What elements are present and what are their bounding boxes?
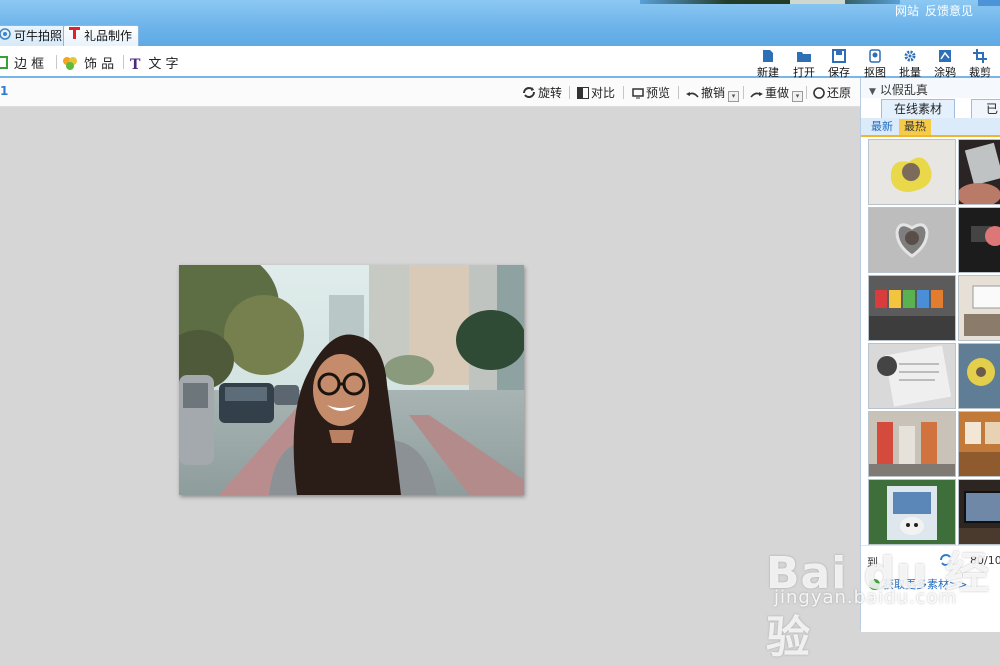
thumbnail-sign[interactable]: [958, 275, 1000, 341]
panel-header: ▼ 以假乱真: [861, 78, 1000, 98]
rotate-label: 旋转: [538, 86, 563, 100]
material-subtabs: 最新 最热: [861, 118, 1000, 137]
tab-label: 可牛拍照: [14, 29, 63, 43]
tab-downloaded[interactable]: 已: [971, 99, 1000, 118]
crop-button[interactable]: 裁剪: [965, 49, 995, 80]
preview-button[interactable]: 预览: [632, 84, 670, 101]
canvas-index[interactable]: 1: [0, 84, 8, 98]
edited-photo[interactable]: [179, 265, 524, 495]
compare-label: 对比: [591, 86, 616, 100]
redo-icon: [750, 92, 763, 98]
frame-label: 边 框: [14, 57, 45, 72]
get-more-materials-link[interactable]: 获取更多素材>>: [869, 576, 967, 592]
toolbar-divider: [678, 86, 679, 99]
undo-dropdown[interactable]: ▾: [728, 91, 740, 102]
preview-icon: [632, 88, 644, 99]
thumbnail-newspaper[interactable]: [868, 343, 956, 409]
batch-button[interactable]: 批量: [895, 49, 925, 80]
more-link-text: 获取更多素材>>: [883, 578, 968, 591]
redo-label: 重做: [765, 86, 790, 100]
decoration-button[interactable]: 饰 品: [62, 53, 114, 74]
thumbnail-phone[interactable]: [958, 139, 1000, 205]
camera-icon: [0, 26, 11, 47]
crop-icon: [973, 49, 987, 63]
frame-button[interactable]: 边 框: [0, 53, 44, 73]
frame-icon: [0, 56, 8, 73]
open-folder-icon: [797, 52, 811, 62]
thumbnail-billboards[interactable]: [868, 411, 956, 477]
title-bar: 可牛拍照 礼品制作: [0, 0, 1000, 47]
toolbar-divider: [56, 55, 57, 69]
panel-title[interactable]: ▼ 以假乱真: [869, 81, 928, 98]
compare-button[interactable]: 对比: [577, 84, 615, 101]
page-count: 80/105: [970, 554, 1000, 567]
globe-icon: [869, 579, 880, 590]
window-control[interactable]: [978, 0, 1000, 6]
toolbar-divider: [123, 55, 124, 69]
restore-label: 还原: [827, 86, 852, 100]
thumbnail-dark-camera[interactable]: [958, 207, 1000, 273]
thumbnail-colorful-houses[interactable]: [868, 275, 956, 341]
feedback-link[interactable]: 反馈意见: [925, 4, 973, 18]
restore-button[interactable]: 还原: [813, 84, 851, 101]
save-button[interactable]: 保存: [824, 49, 854, 80]
tab-camera[interactable]: 可牛拍照: [0, 25, 70, 47]
rotate-icon: [523, 87, 535, 98]
subtab-newest[interactable]: 最新: [866, 119, 898, 135]
cutout-icon: [869, 49, 881, 63]
new-button[interactable]: 新建: [753, 49, 783, 80]
material-panel: ▼ 以假乱真 在线素材 已 最新 最热 到 80/10 获取更多素材>>: [860, 78, 1000, 632]
collapse-arrow-icon: ▼: [869, 87, 876, 97]
pager-label: 到: [867, 556, 878, 569]
tab-label: 在线素材: [893, 102, 942, 116]
graffiti-icon: [939, 50, 951, 62]
panel-title-text: 以假乱真: [879, 83, 928, 97]
panel-footer: 到 80/105 获取更多素材>>: [861, 545, 1000, 632]
restore-icon: [813, 87, 825, 99]
title-bar-decoration: [640, 0, 900, 4]
decoration-icon: [62, 56, 78, 74]
title-bar-decoration: [790, 0, 845, 4]
tab-label: 已: [985, 102, 998, 116]
portrait-photo: [179, 265, 524, 495]
text-label: 文 字: [148, 57, 179, 72]
thumbnail-dog-window[interactable]: [868, 479, 956, 545]
tab-gift[interactable]: 礼品制作: [63, 25, 140, 47]
tab-online-material[interactable]: 在线素材: [881, 99, 955, 118]
text-button[interactable]: T文 字: [130, 53, 179, 73]
rotate-button[interactable]: 旋转: [522, 84, 562, 101]
undo-label: 撤销: [701, 86, 726, 100]
compare-icon: [577, 87, 589, 99]
save-disk-icon: [832, 49, 846, 63]
redo-button[interactable]: 重做 ▾: [750, 84, 804, 102]
undo-icon: [686, 92, 699, 98]
thumbnail-stone-heart[interactable]: [868, 207, 956, 273]
preview-label: 预览: [646, 86, 671, 100]
decoration-label: 饰 品: [84, 57, 115, 72]
subtab-hottest[interactable]: 最热: [899, 119, 931, 135]
text-t-icon: T: [130, 56, 141, 73]
thumbnail-tv[interactable]: [958, 479, 1000, 545]
toolbar-divider: [743, 86, 744, 99]
main-toolbar: 边 框 饰 品 T 文 字 新建 打开 保存 抠图 批量 涂鸦 裁剪: [0, 46, 1000, 80]
batch-gear-icon: [904, 50, 916, 62]
undo-button[interactable]: 撤销 ▾: [686, 84, 740, 102]
gift-t-icon: [68, 26, 81, 47]
toolbar-divider: [623, 86, 624, 99]
thumbnail-tag[interactable]: [958, 343, 1000, 409]
thumbnail-shop[interactable]: [958, 411, 1000, 477]
tab-label: 礼品制作: [84, 29, 133, 43]
toolbar-divider: [569, 86, 570, 99]
new-file-icon: [763, 50, 773, 62]
redo-dropdown[interactable]: ▾: [792, 91, 804, 102]
edit-toolbar: 1 旋转 对比 预览 撤销 ▾ 重做 ▾ 还原: [0, 78, 860, 107]
toolbar-divider: [806, 86, 807, 99]
cutout-button[interactable]: 抠图: [860, 49, 890, 80]
thumbnail-yellow-heart[interactable]: [868, 139, 956, 205]
website-link[interactable]: 网站: [895, 4, 919, 18]
refresh-icon[interactable]: [939, 553, 953, 570]
graffiti-button[interactable]: 涂鸦: [930, 49, 960, 80]
open-button[interactable]: 打开: [789, 49, 819, 80]
top-links: 网站 反馈意见: [895, 2, 979, 19]
